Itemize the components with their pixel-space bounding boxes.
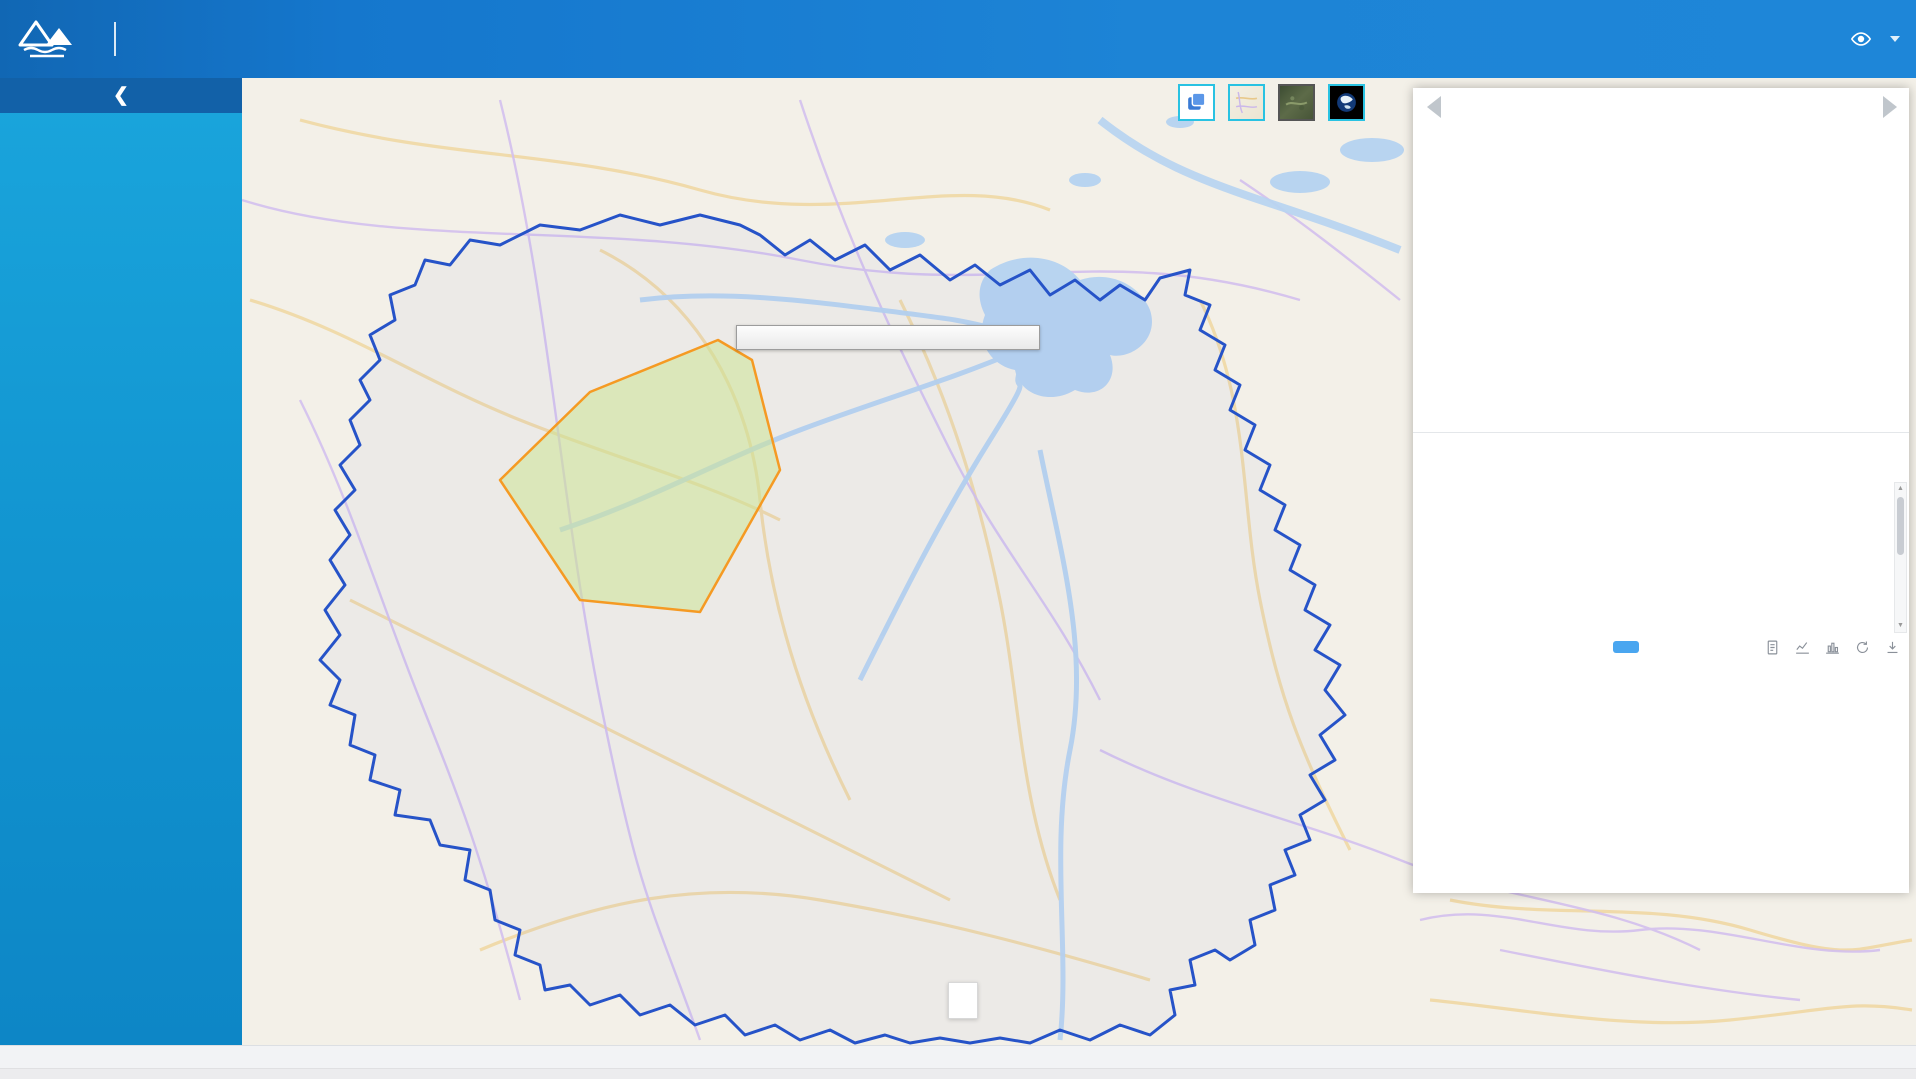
region-selects — [1413, 132, 1909, 162]
street-basemap-thumbnail — [1234, 90, 1259, 115]
sidebar: ❮ — [0, 78, 242, 1045]
year-prev-button[interactable] — [1427, 96, 1441, 118]
chart-header — [1413, 636, 1909, 662]
stats-table-wrap — [1413, 443, 1905, 633]
refresh-icon[interactable] — [1854, 639, 1871, 656]
bottom-bar — [0, 1045, 1916, 1079]
chart-legend — [1613, 641, 1646, 653]
app-logo-icon — [16, 13, 80, 65]
bar-chart-icon[interactable] — [1824, 639, 1841, 656]
layers-icon — [1184, 90, 1209, 115]
globe-basemap-thumbnail — [1334, 90, 1359, 115]
user-menu[interactable] — [1850, 0, 1900, 78]
header-divider — [114, 22, 116, 56]
globe-basemap-button[interactable] — [1328, 84, 1365, 121]
scroll-up-icon[interactable]: ▲ — [1895, 484, 1906, 494]
street-basemap-button[interactable] — [1228, 84, 1265, 121]
survey-points-bar-chart — [1413, 668, 1909, 893]
line-chart-icon[interactable] — [1794, 639, 1811, 656]
app-root: ❮ ▲ ▼ — [0, 0, 1916, 1079]
statistics-panel: ▲ ▼ — [1413, 88, 1909, 893]
scroll-down-icon[interactable]: ▼ — [1895, 621, 1906, 631]
layer-switcher — [1178, 84, 1365, 121]
year-next-button[interactable] — [1883, 96, 1897, 118]
scrollbar-thumb[interactable] — [1897, 497, 1904, 555]
download-icon[interactable] — [1884, 639, 1901, 656]
satellite-basemap-thumbnail — [1284, 90, 1309, 115]
layers-toggle-button[interactable] — [1178, 84, 1215, 121]
year-selector — [1413, 88, 1909, 128]
legend-swatch — [1613, 641, 1639, 653]
chart-toolbar — [1764, 639, 1901, 656]
sidebar-collapse-button[interactable]: ❮ — [0, 78, 242, 113]
chevron-down-icon — [1890, 36, 1900, 42]
data-view-icon[interactable] — [1764, 639, 1781, 656]
eye-icon — [1850, 28, 1872, 50]
table-scrollbar[interactable]: ▲ ▼ — [1894, 482, 1907, 633]
collapse-left-icon: ❮ — [113, 86, 129, 105]
stat-tabs — [1413, 170, 1909, 205]
app-header — [0, 0, 1916, 78]
sub-tabs — [1413, 396, 1909, 433]
measure-result-tooltip — [736, 325, 1040, 350]
satellite-basemap-button[interactable] — [1278, 84, 1315, 121]
map-toolbar — [948, 982, 978, 1019]
